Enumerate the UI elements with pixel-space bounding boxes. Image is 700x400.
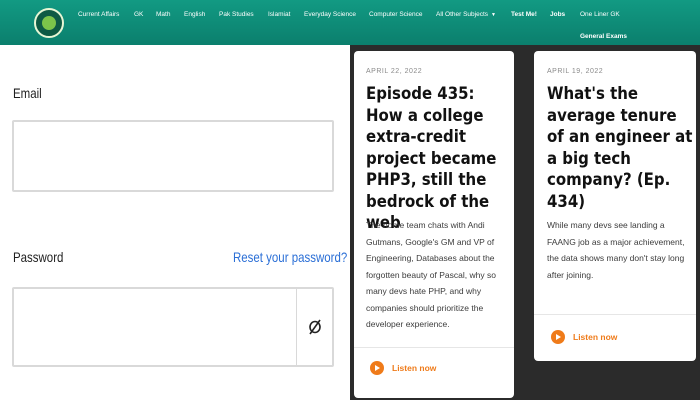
site-logo-icon[interactable] xyxy=(34,8,64,38)
email-field-wrapper xyxy=(12,120,334,192)
nav-item-test-me[interactable]: Test Me! xyxy=(511,11,537,18)
nav-item-all-other-subjects[interactable]: All Other Subjects ▼ xyxy=(436,11,496,18)
card-divider xyxy=(534,314,696,315)
article-title[interactable]: What's the average tenure of an engineer… xyxy=(547,84,693,213)
listen-now-button[interactable]: Listen now xyxy=(551,330,617,344)
article-date: APRIL 22, 2022 xyxy=(366,68,423,75)
email-field[interactable] xyxy=(14,122,332,190)
reset-password-link[interactable]: Reset your password? xyxy=(233,249,347,265)
eye-slash-icon xyxy=(309,319,321,335)
logo-emblem xyxy=(42,16,56,30)
nav-item-gk[interactable]: GK xyxy=(134,11,143,18)
card-divider xyxy=(354,347,514,348)
listen-now-label: Listen now xyxy=(573,332,618,342)
password-label: Password xyxy=(13,249,64,265)
nav-item-jobs[interactable]: Jobs xyxy=(550,11,565,18)
article-summary: While many devs see landing a FAANG job … xyxy=(547,220,685,280)
nav-item-islamiat[interactable]: Islamiat xyxy=(268,11,290,18)
nav-item-everyday-science[interactable]: Everyday Science xyxy=(304,11,356,18)
password-field[interactable] xyxy=(14,289,296,365)
nav-item-pak-studies[interactable]: Pak Studies xyxy=(219,11,254,18)
article-card[interactable]: APRIL 19, 2022 What's the average tenure… xyxy=(534,51,696,361)
chevron-down-icon: ▼ xyxy=(491,12,496,18)
email-label: Email xyxy=(13,85,42,101)
nav-item-all-other-subjects-label: All Other Subjects xyxy=(436,11,489,18)
play-icon xyxy=(551,330,565,344)
article-card[interactable]: APRIL 22, 2022 Episode 435: How a colleg… xyxy=(354,51,514,398)
show-password-toggle[interactable] xyxy=(296,289,333,365)
nav-item-one-liner-gk[interactable]: One Liner GK xyxy=(580,11,620,18)
nav-item-current-affairs[interactable]: Current Affairs xyxy=(78,11,119,18)
article-summary: The home team chats with Andi Gutmans, G… xyxy=(366,220,496,329)
nav-item-general-exams[interactable]: General Exams xyxy=(580,33,627,40)
podcast-panel: APRIL 22, 2022 Episode 435: How a colleg… xyxy=(350,45,700,400)
password-field-wrapper xyxy=(12,287,334,367)
listen-now-button[interactable]: Listen now xyxy=(370,361,436,375)
play-icon xyxy=(370,361,384,375)
nav-item-math[interactable]: Math xyxy=(156,11,170,18)
nav-item-computer-science[interactable]: Computer Science xyxy=(369,11,422,18)
listen-now-label: Listen now xyxy=(392,363,437,373)
article-date: APRIL 19, 2022 xyxy=(547,68,604,75)
nav-item-english[interactable]: English xyxy=(184,11,205,18)
top-navigation-bar: Current Affairs GK Math English Pak Stud… xyxy=(0,0,700,45)
article-title[interactable]: Episode 435: How a college extra-credit … xyxy=(366,84,512,235)
